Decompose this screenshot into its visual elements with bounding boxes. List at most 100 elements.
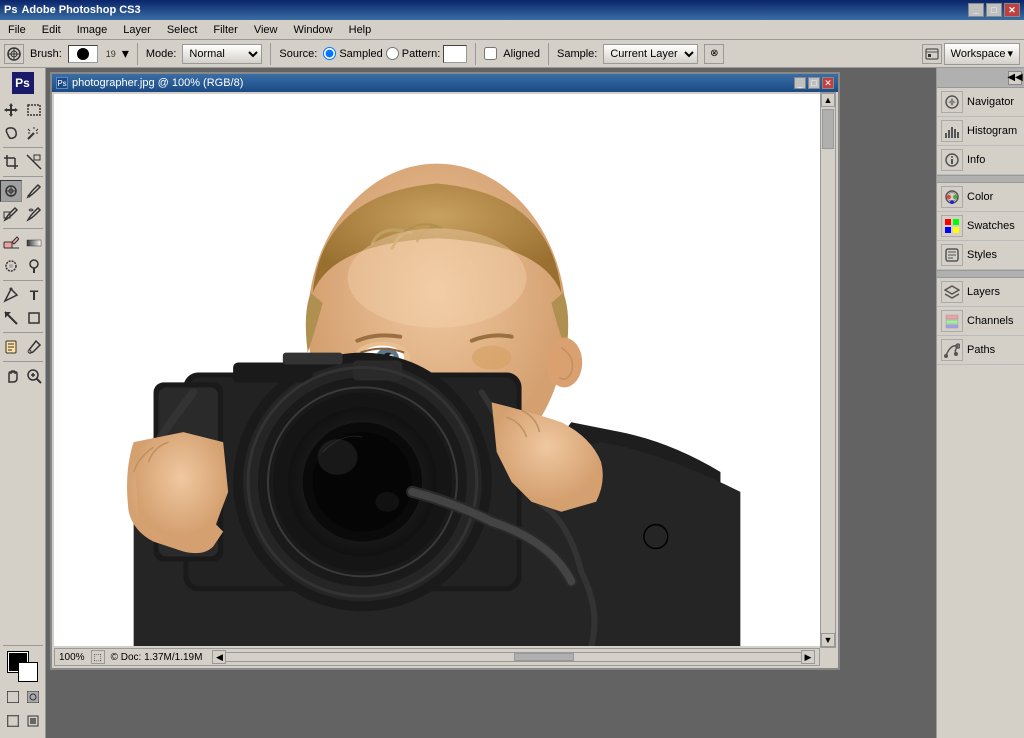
menu-layer[interactable]: Layer	[115, 22, 159, 38]
menu-file[interactable]: File	[0, 22, 34, 38]
menu-image[interactable]: Image	[69, 22, 116, 38]
screen-mode-button[interactable]	[4, 712, 22, 730]
menu-filter[interactable]: Filter	[205, 22, 245, 38]
clone-stamp-tool[interactable]	[0, 203, 22, 225]
panel-item-styles[interactable]: Styles	[937, 241, 1024, 270]
eyedropper-tool[interactable]	[23, 336, 45, 358]
brush-tool[interactable]	[23, 180, 45, 202]
maximize-button[interactable]: □	[986, 3, 1002, 17]
scroll-track-h[interactable]	[226, 652, 801, 662]
panel-item-histogram[interactable]: Histogram	[937, 117, 1024, 146]
minimize-button[interactable]: _	[968, 3, 984, 17]
horizontal-scrollbar[interactable]: ◀ ▶	[212, 650, 815, 664]
menu-select[interactable]: Select	[159, 22, 206, 38]
doc-close-button[interactable]: ✕	[822, 77, 834, 89]
background-color[interactable]	[18, 662, 38, 682]
eraser-tool[interactable]	[0, 232, 22, 254]
shape-tool[interactable]	[23, 307, 45, 329]
doc-minimize-button[interactable]: _	[794, 77, 806, 89]
ps-logo: Ps	[12, 72, 34, 94]
panel-item-swatches[interactable]: Swatches	[937, 212, 1024, 241]
paths-label: Paths	[967, 344, 995, 356]
scroll-thumb-h[interactable]	[514, 653, 574, 661]
doc-title-left: Ps photographer.jpg @ 100% (RGB/8)	[56, 77, 243, 89]
move-tool[interactable]	[0, 99, 22, 121]
standard-mode-button[interactable]	[4, 688, 22, 706]
scroll-track-v[interactable]	[820, 107, 836, 633]
panel-item-navigator[interactable]: Navigator	[937, 88, 1024, 117]
scroll-right-arrow[interactable]: ▶	[801, 650, 815, 664]
scroll-down-arrow[interactable]: ▼	[821, 633, 835, 647]
document-window: Ps photographer.jpg @ 100% (RGB/8) _ □ ✕	[50, 72, 840, 670]
healing-tool[interactable]	[0, 180, 22, 202]
panel-item-layers[interactable]: Layers	[937, 278, 1024, 307]
path-select-tool[interactable]	[0, 307, 22, 329]
text-tool[interactable]: T	[23, 284, 45, 306]
scroll-up-arrow[interactable]: ▲	[821, 93, 835, 107]
source-pattern-label: Pattern:	[402, 48, 441, 60]
workspace-button[interactable]: Workspace ▾	[944, 43, 1020, 65]
scroll-thumb-v[interactable]	[822, 109, 834, 149]
right-panel: ◀◀ Navigator Histogram Info	[936, 68, 1024, 738]
zoom-tool[interactable]	[23, 365, 45, 387]
app-icon: Ps	[4, 4, 17, 16]
toolbar-bottom	[3, 643, 43, 734]
workspace-label: Workspace	[951, 48, 1006, 60]
panel-item-paths[interactable]: Paths	[937, 336, 1024, 365]
options-bar: Brush: 19 ▾ Mode: Normal Replace Multipl…	[0, 40, 1024, 68]
canvas-area: Ps photographer.jpg @ 100% (RGB/8) _ □ ✕	[46, 68, 936, 738]
panel-item-info[interactable]: Info	[937, 146, 1024, 175]
scroll-left-arrow[interactable]: ◀	[212, 650, 226, 664]
slice-tool[interactable]	[23, 151, 45, 173]
color-boxes[interactable]	[8, 652, 38, 682]
styles-label: Styles	[967, 249, 997, 261]
crop-tool[interactable]	[0, 151, 22, 173]
toolbar-sep-3	[3, 228, 43, 229]
quick-mask-indicator[interactable]: ⬚	[91, 650, 105, 664]
lasso-tool[interactable]	[0, 122, 22, 144]
toolbar-sep-4	[3, 280, 43, 281]
dodge-tool[interactable]	[23, 255, 45, 277]
doc-maximize-button[interactable]: □	[808, 77, 820, 89]
gradient-tool[interactable]	[23, 232, 45, 254]
text-tool-icon: T	[30, 287, 39, 303]
brush-preview[interactable]	[68, 45, 98, 63]
menu-window[interactable]: Window	[286, 22, 341, 38]
panel-item-color[interactable]: Color	[937, 183, 1024, 212]
pen-tool[interactable]	[0, 284, 22, 306]
pattern-preview[interactable]	[443, 45, 467, 63]
quickmask-mode-button[interactable]	[24, 688, 42, 706]
menu-help[interactable]: Help	[341, 22, 380, 38]
tool-preset-button[interactable]	[922, 44, 942, 64]
history-brush-tool[interactable]	[23, 203, 45, 225]
tool-row-notes	[0, 336, 45, 358]
notes-tool[interactable]	[0, 336, 22, 358]
panel-divider-2	[937, 270, 1024, 278]
photo-canvas[interactable]	[54, 94, 820, 646]
change-screen-mode-button[interactable]	[24, 712, 42, 730]
source-sampled-radio[interactable]	[323, 47, 336, 60]
toolbar-sep-6	[3, 361, 43, 362]
panel-item-channels[interactable]: Channels	[937, 307, 1024, 336]
workspace-area: Workspace ▾	[922, 43, 1020, 65]
magic-wand-tool[interactable]	[23, 122, 45, 144]
close-button[interactable]: ✕	[1004, 3, 1020, 17]
doc-icon: Ps	[56, 77, 68, 89]
brush-dropdown-arrow[interactable]: ▾	[122, 45, 129, 62]
sample-select[interactable]: Current Layer All Layers	[603, 44, 698, 64]
brush-label: Brush:	[30, 48, 62, 60]
mode-select[interactable]: Normal Replace Multiply Screen	[182, 44, 262, 64]
menu-edit[interactable]: Edit	[34, 22, 69, 38]
blur-tool[interactable]	[0, 255, 22, 277]
tool-row-blur	[0, 255, 45, 277]
menu-view[interactable]: View	[246, 22, 286, 38]
cancel-button[interactable]: ⊗	[704, 44, 724, 64]
marquee-tool[interactable]	[23, 99, 45, 121]
vertical-scrollbar[interactable]: ▲ ▼	[820, 92, 836, 648]
hand-tool[interactable]	[0, 365, 22, 387]
panel-collapse-button[interactable]: ◀◀	[1008, 71, 1022, 85]
aligned-checkbox[interactable]	[484, 47, 497, 60]
source-pattern-radio[interactable]	[386, 47, 399, 60]
paths-icon	[941, 339, 963, 361]
tool-row-move	[0, 99, 45, 121]
